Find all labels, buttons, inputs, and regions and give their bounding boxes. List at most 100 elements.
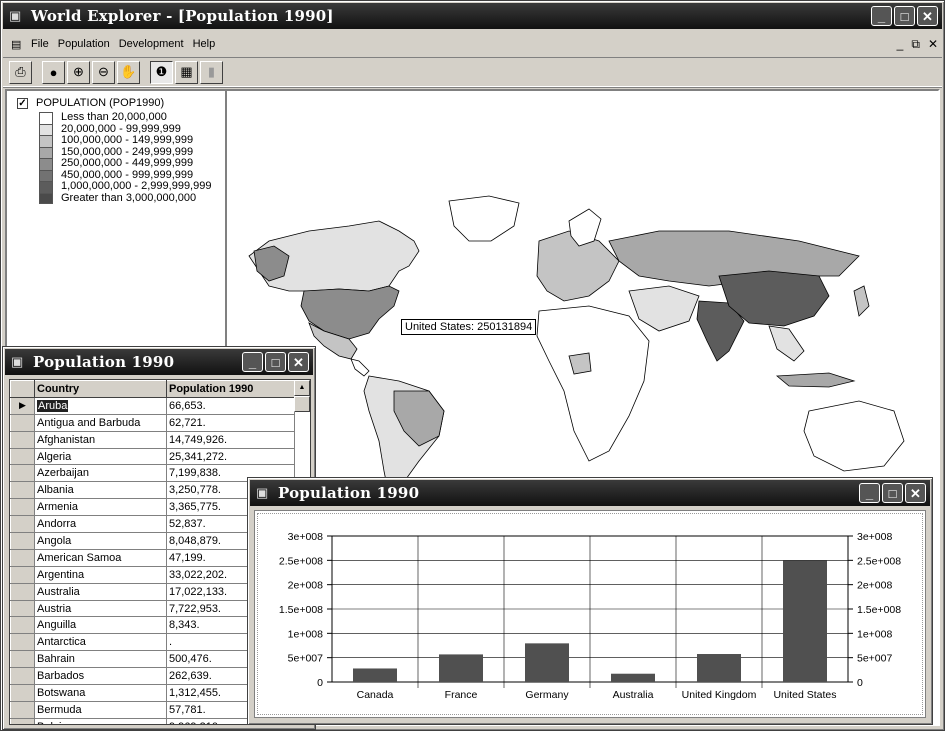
window-icon[interactable]: ▣ — [11, 355, 27, 369]
cell-country[interactable]: Antigua and Barbuda — [34, 413, 167, 432]
row-selector[interactable] — [10, 565, 35, 584]
cell-country[interactable]: Bermuda — [34, 700, 167, 719]
row-selector[interactable] — [10, 717, 35, 724]
column-header-country[interactable]: Country — [34, 380, 167, 398]
row-selector[interactable] — [10, 633, 35, 652]
vertical-scrollbar[interactable]: ▲ — [294, 380, 310, 412]
table-maximize-button[interactable]: □ — [265, 352, 286, 372]
row-selector[interactable] — [10, 413, 35, 432]
document-icon[interactable]: ▤ — [11, 38, 25, 51]
row-selector[interactable] — [10, 700, 35, 719]
legend-swatch — [39, 181, 53, 193]
column-header-population[interactable]: Population 1990 — [166, 380, 295, 398]
cell-country[interactable]: Austria — [34, 599, 167, 618]
row-selector[interactable] — [10, 684, 35, 702]
cell-country[interactable]: Andorra — [34, 515, 167, 534]
cell-population[interactable]: 25,341,272. — [166, 447, 295, 466]
print-icon[interactable]: ⎙ — [9, 60, 32, 84]
y-tick-label: 3e+008 — [288, 531, 323, 543]
y-tick-label-right: 1.5e+008 — [857, 604, 901, 616]
y-tick-label: 1.5e+008 — [279, 604, 323, 616]
cell-country[interactable]: Angola — [34, 532, 167, 550]
row-selector[interactable] — [10, 582, 35, 601]
window-icon[interactable]: ▣ — [256, 486, 272, 500]
info-icon[interactable]: ❶ — [150, 60, 173, 84]
cell-country[interactable]: Albania — [34, 481, 167, 500]
y-tick-label-right: 1e+008 — [857, 628, 892, 640]
scroll-thumb[interactable] — [294, 396, 310, 412]
row-selector[interactable] — [10, 481, 35, 500]
row-selector[interactable] — [10, 430, 35, 449]
table-row[interactable]: Algeria 25,341,272. — [10, 447, 295, 466]
cell-population[interactable]: 14,749,926. — [166, 430, 295, 449]
calculator-icon[interactable]: ▦ — [175, 60, 198, 84]
main-title-bar[interactable]: ▣ World Explorer - [Population 1990] _ □… — [3, 3, 942, 29]
cell-country[interactable]: American Samoa — [34, 548, 167, 567]
chart-minimize-button[interactable]: _ — [859, 483, 880, 503]
mdi-close-button[interactable]: ✕ — [928, 37, 938, 52]
cell-country[interactable]: Argentina — [34, 565, 167, 584]
pan-hand-icon[interactable]: ✋ — [117, 60, 140, 84]
menu-file[interactable]: File — [31, 38, 49, 50]
app-icon[interactable]: ▣ — [9, 9, 25, 23]
table-row[interactable]: Afghanistan 14,749,926. — [10, 430, 295, 449]
legend-swatch — [39, 169, 53, 181]
row-selector[interactable] — [10, 532, 35, 550]
row-selector[interactable] — [10, 498, 35, 517]
cell-country-text: Andorra — [37, 518, 77, 531]
row-selector[interactable] — [10, 599, 35, 618]
legend-items: Less than 20,000,000 20,000,000 - 99,999,… — [17, 112, 225, 204]
cell-country-text: Albania — [37, 484, 74, 497]
row-selector[interactable] — [10, 616, 35, 635]
legend-layer[interactable]: ✓ POPULATION (POP1990) — [17, 97, 225, 109]
table-row[interactable]: ▶ Aruba 66,653. — [10, 396, 295, 415]
cell-country[interactable]: Antarctica — [34, 633, 167, 652]
row-selector[interactable] — [10, 464, 35, 483]
cell-country[interactable]: Armenia — [34, 498, 167, 517]
mdi-restore-button[interactable]: ⧉ — [911, 37, 920, 52]
cell-population[interactable]: 62,721. — [166, 413, 295, 432]
cell-country[interactable]: Azerbaijan — [34, 464, 167, 483]
cell-population[interactable]: 66,653. — [166, 396, 295, 415]
chart-close-button[interactable]: ✕ — [905, 483, 926, 503]
cell-country[interactable]: Bahrain — [34, 650, 167, 669]
table-minimize-button[interactable]: _ — [242, 352, 263, 372]
chart-icon[interactable]: ▮ — [200, 60, 223, 84]
y-tick-label-right: 2.5e+008 — [857, 555, 901, 567]
bar — [697, 654, 741, 682]
minimize-button[interactable]: _ — [871, 6, 892, 26]
menu-development[interactable]: Development — [119, 38, 184, 50]
menu-help[interactable]: Help — [193, 38, 216, 50]
row-selector[interactable] — [10, 447, 35, 466]
menu-population[interactable]: Population — [58, 38, 110, 50]
chart-title-bar[interactable]: ▣ Population 1990 _ □ ✕ — [250, 480, 930, 506]
row-selector[interactable] — [10, 515, 35, 534]
maximize-button[interactable]: □ — [894, 6, 915, 26]
cell-country[interactable]: Australia — [34, 582, 167, 601]
table-row[interactable]: Antigua and Barbuda 62,721. — [10, 413, 295, 432]
cell-country[interactable]: Afghanistan — [34, 430, 167, 449]
cell-country[interactable]: Algeria — [34, 447, 167, 466]
mdi-minimize-button[interactable]: _ — [897, 37, 904, 52]
close-button[interactable]: ✕ — [917, 6, 938, 26]
cell-country[interactable]: Barbados — [34, 667, 167, 686]
table-title-bar[interactable]: ▣ Population 1990 _ □ ✕ — [5, 349, 313, 375]
cell-country[interactable]: Belgium — [34, 717, 167, 724]
row-selector[interactable] — [10, 650, 35, 669]
layer-checkbox[interactable]: ✓ — [17, 97, 28, 109]
table-close-button[interactable]: ✕ — [288, 352, 309, 372]
chart-maximize-button[interactable]: □ — [882, 483, 903, 503]
globe-icon[interactable]: ● — [42, 60, 65, 84]
zoom-in-icon[interactable]: ⊕ — [67, 60, 90, 84]
zoom-out-icon[interactable]: ⊖ — [92, 60, 115, 84]
cell-country-text: Antigua and Barbuda — [37, 416, 141, 429]
row-selector[interactable] — [10, 548, 35, 567]
world-map[interactable] — [229, 91, 941, 511]
cell-country[interactable]: Anguilla — [34, 616, 167, 635]
row-selector[interactable]: ▶ — [10, 396, 35, 415]
cell-country[interactable]: Aruba — [34, 396, 167, 415]
row-selector[interactable] — [10, 667, 35, 686]
y-tick-label: 2.5e+008 — [279, 555, 323, 567]
scroll-up-icon[interactable]: ▲ — [294, 380, 310, 396]
cell-country[interactable]: Botswana — [34, 684, 167, 702]
